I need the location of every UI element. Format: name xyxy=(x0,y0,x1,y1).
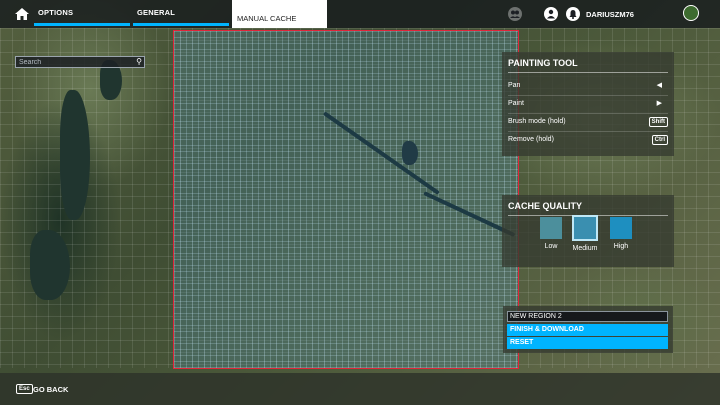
tab-manual-cache[interactable]: MANUAL CACHE xyxy=(232,0,327,28)
region-name-box xyxy=(507,311,668,322)
avatar[interactable] xyxy=(683,5,699,21)
control-row-paint: Paint ▶ xyxy=(508,96,668,114)
finish-download-button[interactable]: FINISH & DOWNLOAD xyxy=(507,324,668,336)
lake xyxy=(60,90,90,220)
cache-quality-panel: CACHE QUALITY Low Medium High xyxy=(502,195,674,267)
esc-key-icon: Esc xyxy=(16,384,33,394)
tab-general[interactable]: GENERAL xyxy=(133,0,229,28)
go-back-button[interactable]: GO BACK xyxy=(33,385,68,394)
search-box: ⚲ xyxy=(15,56,145,68)
control-label: Paint xyxy=(508,100,524,107)
friends-icon[interactable] xyxy=(508,7,522,21)
control-row-remove: Remove (hold) Ctrl xyxy=(508,132,668,150)
quality-option-high[interactable]: High xyxy=(606,217,636,250)
bottom-bar: Esc GO BACK xyxy=(0,373,720,405)
cache-quality-title: CACHE QUALITY xyxy=(508,201,582,211)
tab-options[interactable]: OPTIONS xyxy=(34,0,130,28)
control-row-pan: Pan ◀ xyxy=(508,78,668,96)
top-navigation-bar: OPTIONS GENERAL MANUAL CACHE DARIUSZM76 xyxy=(0,0,720,28)
control-label: Pan xyxy=(508,82,521,89)
quality-label: Low xyxy=(544,243,558,250)
search-icon[interactable]: ⚲ xyxy=(136,57,142,67)
mouse-click-icon: ▶ xyxy=(656,100,662,107)
search-input[interactable] xyxy=(19,57,129,67)
quality-medium-swatch xyxy=(572,215,598,241)
tab-manual-cache-label: MANUAL CACHE xyxy=(237,14,297,23)
region-grid xyxy=(174,31,518,368)
control-label: Brush mode (hold) xyxy=(508,118,566,125)
tab-options-indicator xyxy=(34,23,130,26)
tab-general-indicator xyxy=(133,23,229,26)
painting-tool-title: PAINTING TOOL xyxy=(508,58,578,68)
quality-label: Medium xyxy=(572,245,598,252)
quality-option-low[interactable]: Low xyxy=(536,217,566,250)
tab-options-label: OPTIONS xyxy=(38,8,74,17)
region-name-input[interactable] xyxy=(510,312,660,321)
lake xyxy=(402,141,418,165)
painting-tool-panel: PAINTING TOOL Pan ◀ Paint ▶ Brush mode (… xyxy=(502,52,674,156)
username: DARIUSZM76 xyxy=(586,10,634,19)
selected-cache-region[interactable] xyxy=(173,30,519,369)
shift-key-icon: Shift xyxy=(648,117,668,127)
tab-general-label: GENERAL xyxy=(137,8,176,17)
divider xyxy=(508,72,668,73)
control-row-brush-mode: Brush mode (hold) Shift xyxy=(508,114,668,132)
home-icon[interactable] xyxy=(14,7,30,21)
mouse-drag-icon: ◀ xyxy=(656,82,662,89)
quality-label: High xyxy=(613,243,629,250)
reset-button[interactable]: RESET xyxy=(507,337,668,349)
ctrl-key-icon: Ctrl xyxy=(651,135,668,145)
quality-high-swatch xyxy=(610,217,632,239)
lake xyxy=(30,230,70,300)
quality-low-swatch xyxy=(540,217,562,239)
control-label: Remove (hold) xyxy=(508,136,554,143)
quality-option-medium[interactable]: Medium xyxy=(570,215,600,252)
notifications-icon[interactable] xyxy=(566,7,580,21)
profile-icon[interactable] xyxy=(544,7,558,21)
